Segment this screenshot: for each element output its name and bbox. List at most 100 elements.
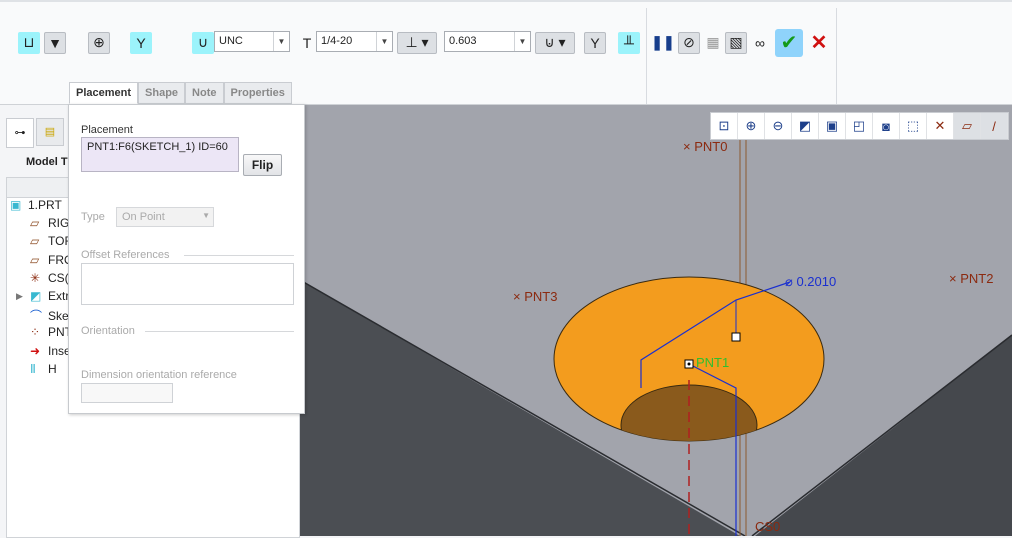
folder-browser-tab[interactable]: ▤ (36, 118, 64, 146)
offset-references-label: Offset References (81, 249, 170, 261)
pause-icon: ❚❚ (651, 34, 675, 50)
simple-hole-icon: ⊔ (18, 31, 40, 54)
simple-hole-button[interactable]: ⊔ (18, 30, 40, 55)
saved-views-icon[interactable]: ◰ (846, 113, 873, 139)
datum-point-icon: ⁘ (30, 325, 41, 340)
zoom-in-icon[interactable]: ⊕ (738, 113, 765, 139)
depth-type-button[interactable]: ⊍ ▾ (535, 30, 575, 55)
verify-button[interactable]: ▧ (725, 30, 747, 55)
datum-plane-icon: ▱ (30, 216, 40, 231)
tree-item-label: H (48, 361, 57, 376)
depth-option-icon: ⊍ ▾ (535, 31, 575, 54)
preview-geometry-icon: ▦ (706, 34, 720, 50)
standard-hole-button[interactable]: ▼ (44, 30, 66, 55)
refit-icon[interactable]: ⊡ (711, 113, 738, 139)
counterbore-button[interactable]: ╨ (618, 30, 640, 55)
folder-icon: ▤ (44, 126, 56, 138)
annotation-display-icon[interactable]: ⬚ (900, 113, 927, 139)
tree-item[interactable]: ⅡH (30, 362, 57, 376)
tree-item[interactable]: ⌒ Ske (30, 307, 69, 324)
point-display-icon[interactable]: ✕ (927, 113, 954, 139)
graphics-viewport[interactable]: × PNT0 × PNT3 × PNT2 PNT1 ⌀ 0.2010 CS0 (300, 105, 1012, 536)
thread-standard-select[interactable]: UNC ▼ (214, 31, 290, 52)
tree-item[interactable]: ▣ 1.PRT (10, 198, 62, 212)
view-manager-icon[interactable]: ◙ (873, 113, 900, 139)
depth-icon: ⊥ ▾ (397, 31, 437, 54)
chevron-down-icon: ▼ (273, 32, 289, 51)
zoom-out-icon[interactable]: ⊖ (765, 113, 792, 139)
insert-here-icon: ➜ (30, 343, 41, 358)
depth-value-input[interactable]: 0.603 ▼ (444, 31, 531, 52)
tree-item[interactable]: ▶ ◩ Extr (16, 289, 70, 303)
placement-button[interactable]: ⊕ (88, 30, 110, 55)
depth-option-button[interactable]: ⊥ ▾ (397, 30, 437, 55)
screw-size-label: T (296, 30, 318, 55)
tree-item-label: CS( (48, 270, 69, 285)
glasses-icon: ∞ (755, 34, 765, 51)
offset-references-collector[interactable] (81, 263, 294, 305)
tab-note[interactable]: Note (185, 82, 224, 104)
glasses-button[interactable]: ∞ (749, 30, 771, 55)
tree-item[interactable]: ▱ FRO (30, 253, 73, 267)
no-preview-button[interactable]: ⊘ (678, 30, 700, 55)
pause-button[interactable]: ❚❚ (651, 30, 675, 55)
drill-icon: Y (130, 31, 152, 54)
pnt3-label[interactable]: × PNT3 (513, 289, 557, 304)
pnt0-text: PNT0 (694, 139, 728, 154)
pnt3-text: PNT3 (524, 289, 558, 304)
tapered-thread-icon: ∪ (192, 31, 214, 54)
chevron-down-icon: ▼ (514, 32, 530, 51)
tree-item[interactable]: ⁘ PNT (30, 325, 72, 339)
placement-title: Placement (81, 124, 133, 136)
drill-button[interactable]: Y (130, 30, 152, 55)
placement-reference-collector[interactable]: PNT1:F6(SKETCH_1) ID=60 (81, 137, 239, 172)
verify-icon: ▧ (725, 31, 747, 54)
type-value: On Point (122, 211, 165, 223)
dimension-orientation-label: Dimension orientation reference (81, 369, 237, 381)
dimension-orientation-collector[interactable] (81, 383, 173, 403)
display-style-icon[interactable]: ▣ (819, 113, 846, 139)
dashboard-tabs: Placement Shape Note Properties (69, 82, 292, 104)
datum-plane-icon: ▱ (30, 252, 40, 267)
tree-item[interactable]: ▱ TOF (30, 234, 72, 248)
plane-display-icon[interactable]: ▱ (954, 113, 981, 139)
sketch-icon: ⌒ (30, 309, 43, 324)
hole-icon: Ⅱ (30, 361, 36, 376)
type-label: Type (81, 211, 105, 223)
tree-item[interactable]: ▱ RIG (30, 216, 69, 230)
tab-placement[interactable]: Placement (69, 82, 139, 104)
ok-button[interactable]: ✔ (775, 28, 803, 57)
pnt1-label[interactable]: PNT1 (696, 355, 729, 370)
part-icon: ▣ (10, 198, 22, 212)
pnt0-label[interactable]: × PNT0 (683, 139, 727, 154)
tab-properties[interactable]: Properties (223, 82, 292, 104)
flip-button[interactable]: Flip (243, 154, 282, 176)
tree-item[interactable]: ➜ Inse (30, 344, 71, 358)
depth-value: 0.603 (449, 35, 477, 47)
tree-item-label: Ske (48, 308, 69, 323)
pnt2-label[interactable]: × PNT2 (949, 271, 993, 286)
tab-shape[interactable]: Shape (138, 82, 186, 104)
preview-button[interactable]: ▦ (702, 30, 724, 55)
model-tree-tab[interactable]: ⊶ (6, 118, 34, 148)
diameter-dimension[interactable]: ⌀ 0.2010 (785, 274, 836, 290)
screw-size-icon: T (302, 34, 312, 51)
axis-display-icon[interactable]: / (981, 113, 1008, 139)
standard-hole-icon: ▼ (44, 31, 66, 54)
countersink-button[interactable]: Y (584, 30, 606, 55)
pnt2-text: PNT2 (960, 271, 994, 286)
orientation-label: Orientation (81, 325, 135, 337)
chevron-down-icon: ▼ (202, 211, 210, 220)
cs0-label[interactable]: CS0 (755, 519, 780, 534)
cancel-button[interactable]: ✕ (808, 30, 830, 55)
screw-size-select[interactable]: 1/4-20 ▼ (316, 31, 393, 52)
tree-item-label: Extr (48, 289, 70, 303)
type-select[interactable]: On Point ▼ (116, 207, 214, 227)
placement-icon: ⊕ (88, 31, 110, 54)
chevron-down-icon: ▼ (376, 32, 392, 51)
expand-icon[interactable]: ▶ (16, 291, 23, 302)
tree-item-label: 1.PRT (28, 198, 62, 212)
thread-type-button[interactable]: ∪ (192, 30, 214, 55)
repaint-icon[interactable]: ◩ (792, 113, 819, 139)
tree-item[interactable]: ✳ CS( (30, 271, 69, 285)
